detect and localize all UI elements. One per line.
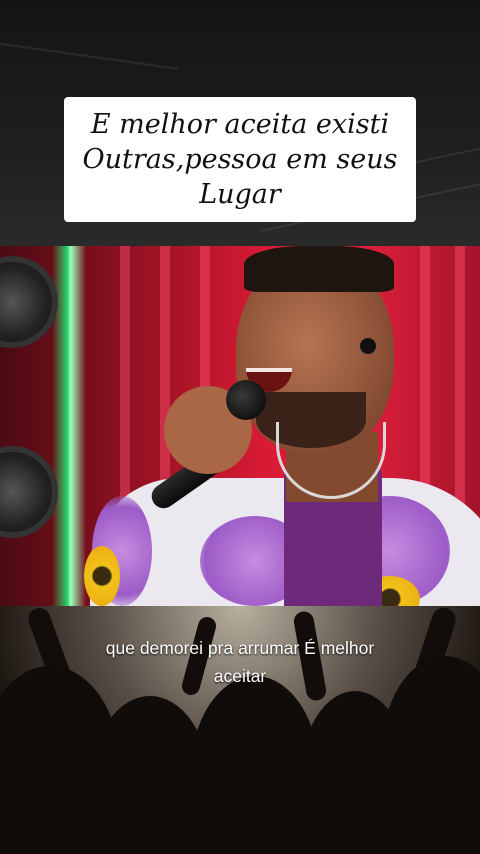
- in-ear-monitor-icon: [360, 338, 376, 354]
- background-streak: [0, 40, 179, 70]
- singer-video-frame[interactable]: [0, 246, 480, 606]
- top-banner: E melhor aceita existi Outras,pessoa em …: [0, 0, 480, 246]
- caption-line: Outras,pessoa em seus: [82, 144, 398, 175]
- caption-line: E melhor aceita existi: [90, 109, 390, 140]
- speaker-icon: [0, 446, 58, 538]
- subtitle-line: que demorei pra arrumar É melhor: [105, 638, 375, 658]
- lyrics-caption-box: E melhor aceita existi Outras,pessoa em …: [64, 97, 416, 222]
- subtitle-line: aceitar: [213, 666, 267, 686]
- lyrics-caption: E melhor aceita existi Outras,pessoa em …: [83, 107, 398, 212]
- jacket-sunflower-patch: [84, 546, 120, 606]
- speaker-icon: [0, 256, 58, 348]
- microphone-icon: [226, 380, 266, 420]
- caption-line: Lugar: [199, 179, 281, 210]
- singer-hair: [244, 246, 394, 292]
- lyrics-subtitle: que demorei pra arrumar É melhor aceitar: [40, 634, 440, 690]
